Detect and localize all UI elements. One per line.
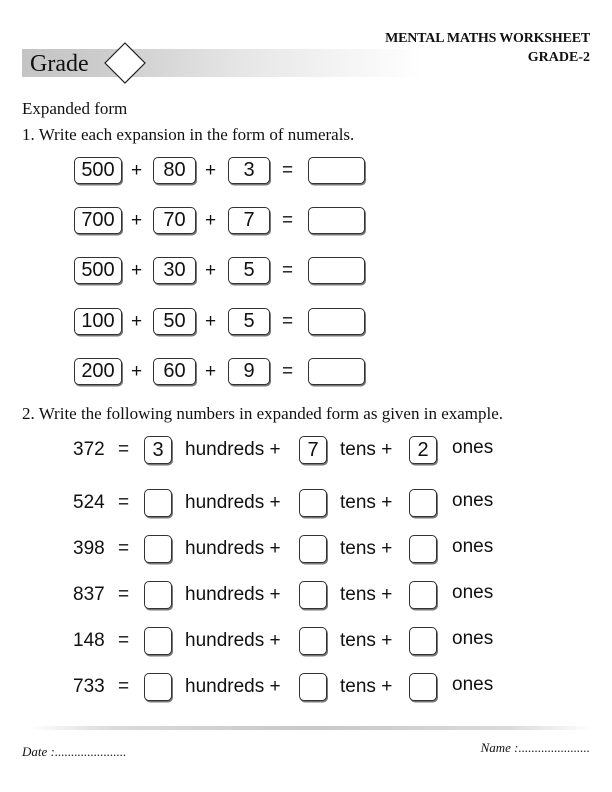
given-number: 733: [73, 676, 105, 697]
given-number: 148: [73, 630, 105, 651]
hundreds-answer-box[interactable]: [144, 489, 172, 517]
tens-box: 60: [153, 358, 196, 385]
tens-answer-box[interactable]: [299, 535, 327, 563]
hundreds-label: hundreds +: [185, 538, 281, 559]
ones-label: ones: [452, 628, 494, 649]
hundreds-label: hundreds +: [185, 439, 281, 460]
hundreds-answer-box[interactable]: [144, 673, 172, 701]
question-2-title: 2. Write the following numbers in expand…: [22, 404, 504, 423]
hundreds-answer-box[interactable]: [144, 581, 172, 609]
question-1-title: 1. Write each expansion in the form of n…: [22, 125, 355, 144]
hundreds-box: 700: [74, 207, 122, 234]
hundreds-label: hundreds +: [185, 492, 281, 513]
tens-box: 30: [153, 257, 196, 284]
tens-box: 50: [153, 308, 196, 335]
ones-label: ones: [452, 582, 494, 603]
ones-answer-box[interactable]: [409, 535, 437, 563]
ones-label: ones: [452, 437, 494, 458]
worksheet-grade: GRADE-2: [527, 50, 590, 65]
ones-answer-box[interactable]: [409, 627, 437, 655]
equals-sign: =: [282, 361, 294, 382]
tens-label: tens +: [340, 676, 393, 697]
diamond-icon: [104, 42, 146, 84]
ones-label: ones: [452, 490, 494, 511]
given-number: 837: [73, 584, 105, 605]
tens-answer-box[interactable]: [299, 673, 327, 701]
ones-answer-box[interactable]: [409, 673, 437, 701]
hundreds-label: hundreds +: [185, 584, 281, 605]
plus-sign: +: [131, 160, 143, 181]
ones-answer-box[interactable]: [409, 489, 437, 517]
date-field[interactable]: Date :......................: [22, 744, 126, 760]
ones-box: 5: [228, 308, 270, 335]
grade-diamond-field[interactable]: [104, 42, 146, 84]
hundreds-answer-box: 3: [144, 436, 172, 464]
equals-sign: =: [118, 676, 130, 697]
equals-sign: =: [118, 538, 130, 559]
plus-sign: +: [131, 210, 143, 231]
ones-box: 3: [228, 157, 270, 184]
footer-divider: [28, 726, 593, 730]
hundreds-box: 100: [74, 308, 122, 335]
answer-box[interactable]: [308, 257, 365, 284]
name-field[interactable]: Name :......................: [481, 740, 590, 756]
tens-answer-box[interactable]: [299, 489, 327, 517]
tens-answer-box: 7: [299, 436, 327, 464]
answer-box[interactable]: [308, 207, 365, 234]
hundreds-box: 500: [74, 257, 122, 284]
equals-sign: =: [118, 492, 130, 513]
equals-sign: =: [282, 311, 294, 332]
worksheet-title: MENTAL MATHS WORKSHEET: [385, 31, 590, 46]
hundreds-box: 500: [74, 157, 122, 184]
ones-label: ones: [452, 674, 494, 695]
tens-label: tens +: [340, 538, 393, 559]
equals-sign: =: [282, 160, 294, 181]
tens-label: tens +: [340, 439, 393, 460]
tens-answer-box[interactable]: [299, 581, 327, 609]
equals-sign: =: [118, 630, 130, 651]
given-number: 398: [73, 538, 105, 559]
hundreds-label: hundreds +: [185, 676, 281, 697]
hundreds-answer-box[interactable]: [144, 627, 172, 655]
equals-sign: =: [118, 584, 130, 605]
plus-sign: +: [205, 361, 217, 382]
plus-sign: +: [131, 260, 143, 281]
section-title: Expanded form: [22, 99, 128, 118]
plus-sign: +: [131, 311, 143, 332]
ones-answer-box[interactable]: [409, 581, 437, 609]
answer-box[interactable]: [308, 358, 365, 385]
plus-sign: +: [205, 210, 217, 231]
hundreds-answer-box[interactable]: [144, 535, 172, 563]
answer-box[interactable]: [308, 308, 365, 335]
plus-sign: +: [205, 311, 217, 332]
ones-answer-box: 2: [409, 436, 437, 464]
equals-sign: =: [282, 210, 294, 231]
equals-sign: =: [282, 260, 294, 281]
ones-box: 5: [228, 257, 270, 284]
ones-box: 7: [228, 207, 270, 234]
answer-box[interactable]: [308, 157, 365, 184]
ones-box: 9: [228, 358, 270, 385]
plus-sign: +: [205, 260, 217, 281]
tens-label: tens +: [340, 492, 393, 513]
equals-sign: =: [118, 439, 130, 460]
plus-sign: +: [205, 160, 217, 181]
tens-box: 70: [153, 207, 196, 234]
hundreds-label: hundreds +: [185, 630, 281, 651]
tens-answer-box[interactable]: [299, 627, 327, 655]
given-number: 524: [73, 492, 105, 513]
plus-sign: +: [131, 361, 143, 382]
hundreds-box: 200: [74, 358, 122, 385]
grade-label: Grade: [30, 51, 89, 77]
ones-label: ones: [452, 536, 494, 557]
given-number: 372: [73, 439, 105, 460]
tens-box: 80: [153, 157, 196, 184]
tens-label: tens +: [340, 584, 393, 605]
tens-label: tens +: [340, 630, 393, 651]
